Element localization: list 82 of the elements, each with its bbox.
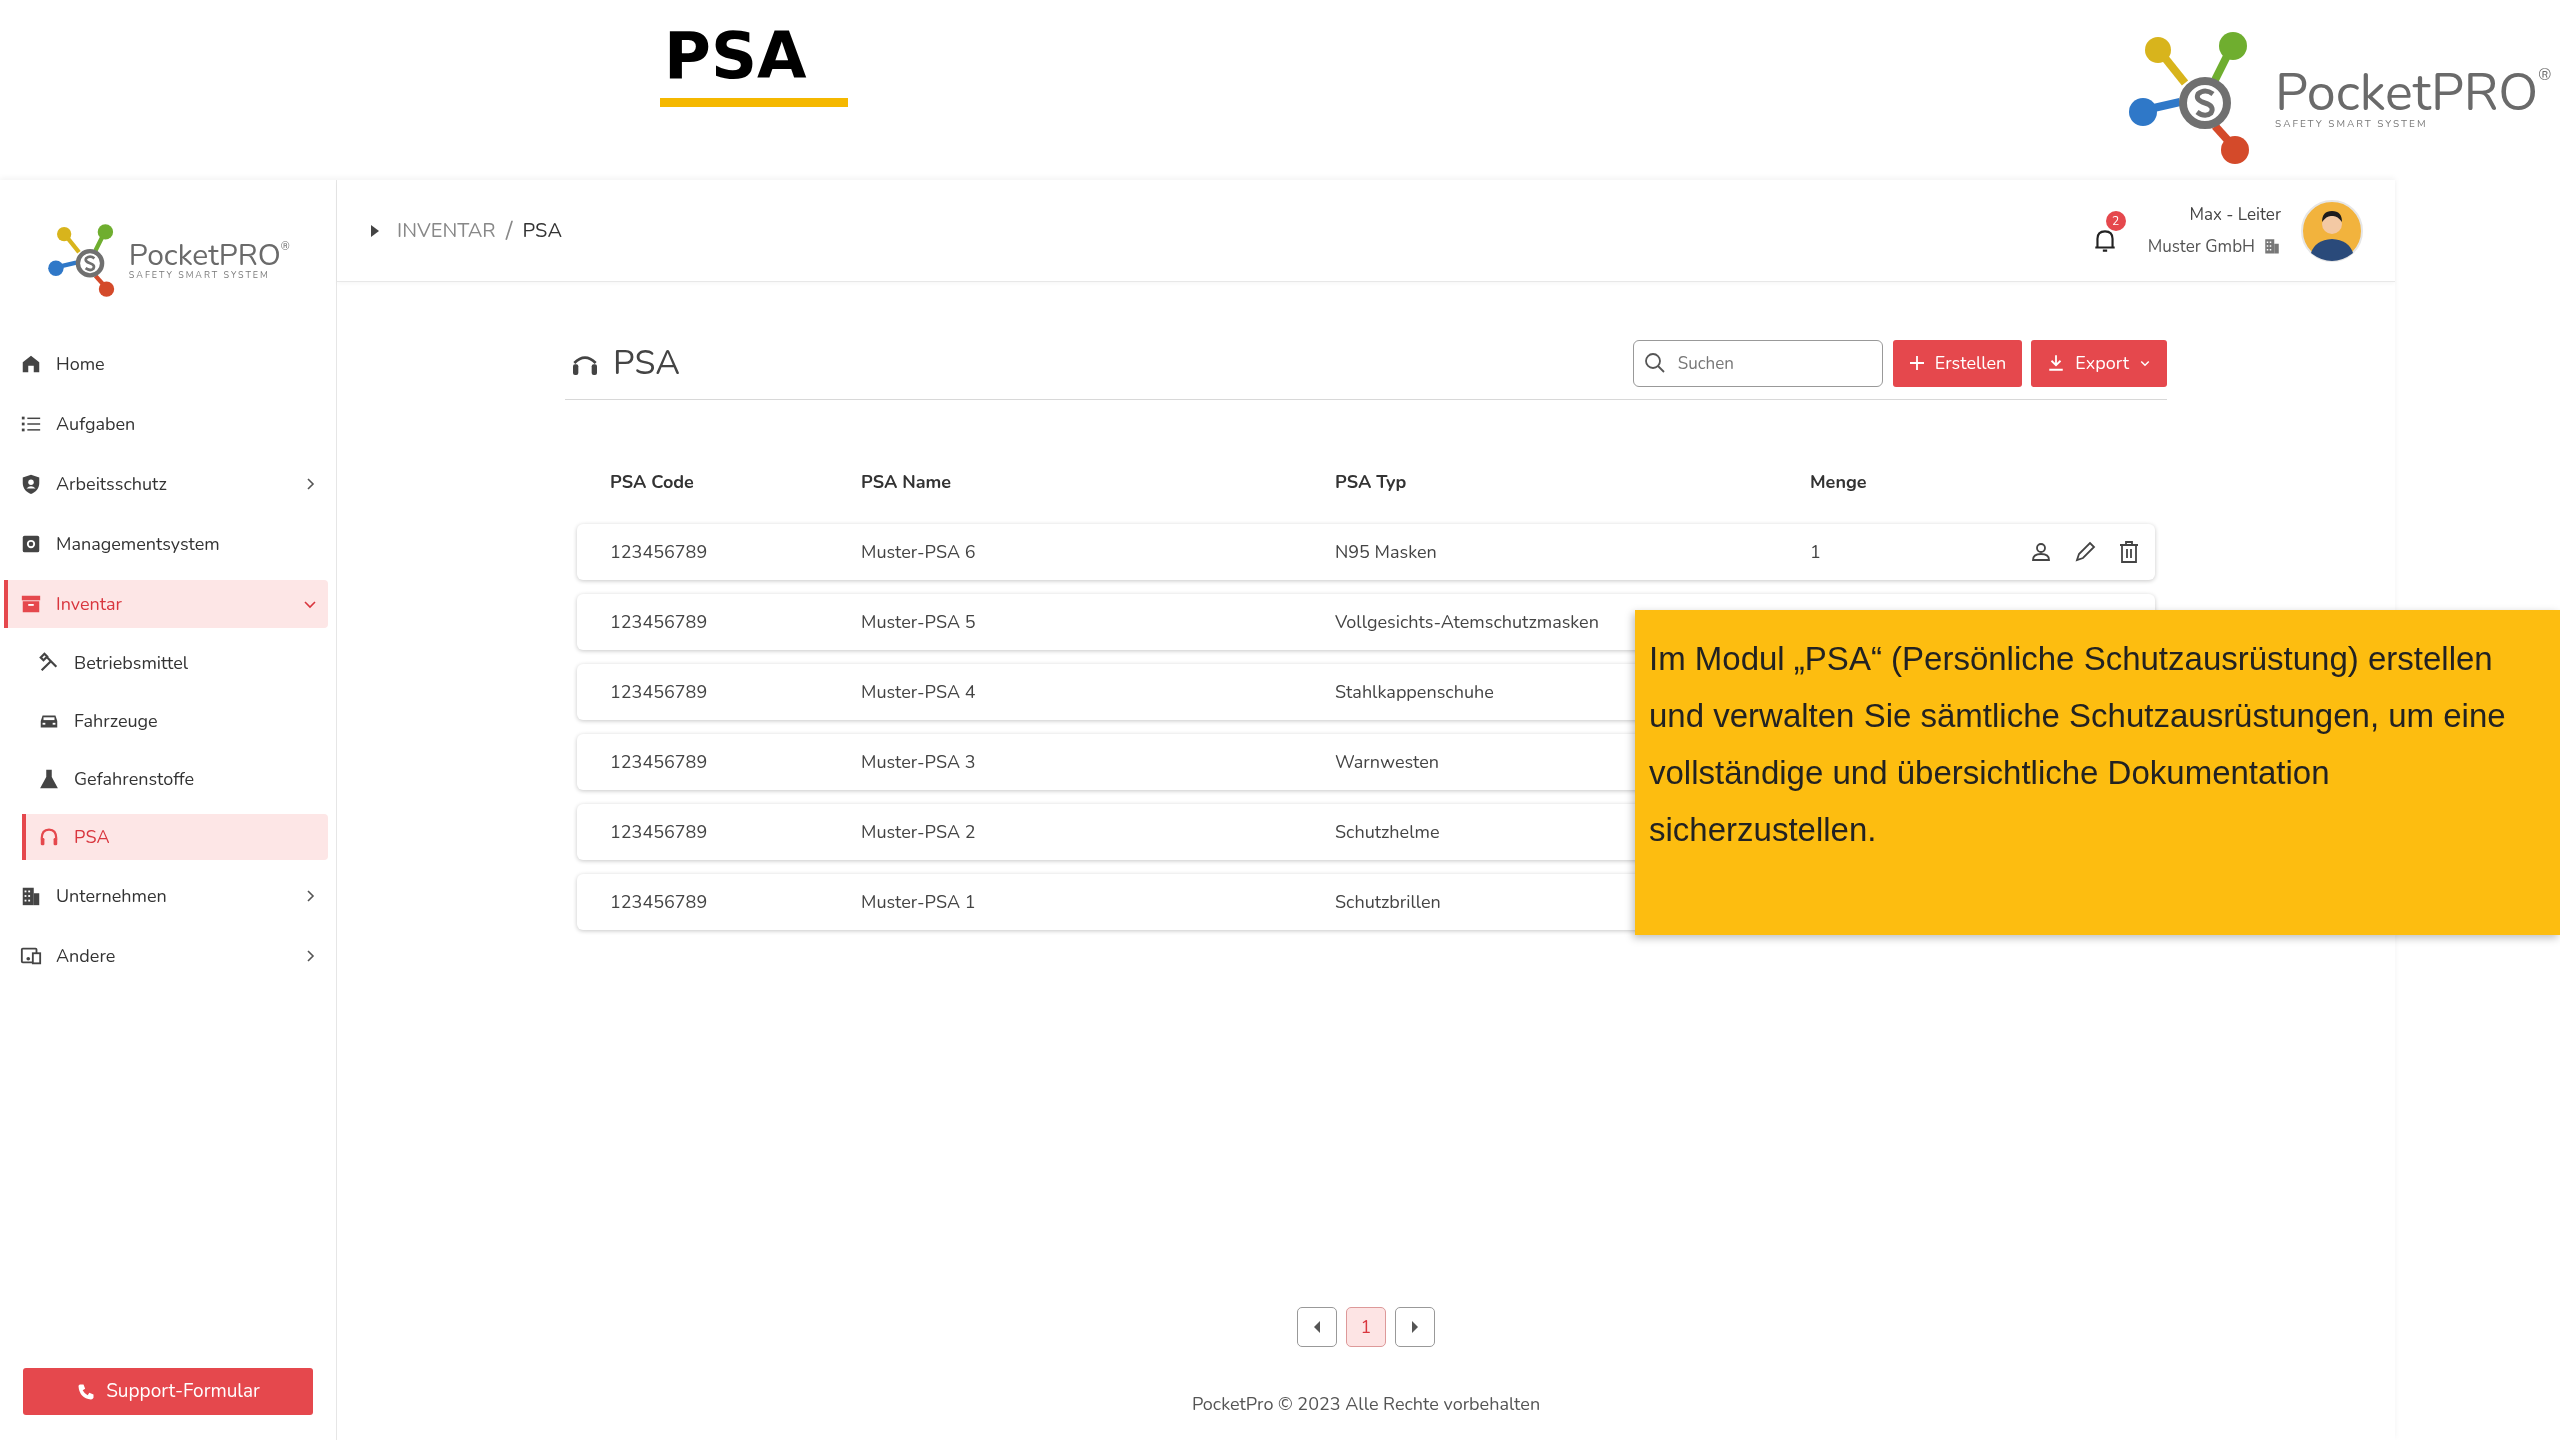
content-title: PSA — [613, 338, 681, 388]
company-name: Muster GmbH — [2147, 233, 2255, 259]
footer-text: PocketPro © 2023 Alle Rechte vorbehalten — [1191, 1391, 1541, 1418]
caret-right-icon — [1410, 1320, 1420, 1334]
previous-page-button[interactable] — [1297, 1307, 1337, 1347]
table-row[interactable]: 123456789 Muster-PSA 6 N95 Masken 1 — [577, 524, 2155, 580]
table-cell: Warnwesten — [1335, 748, 1440, 776]
table-cell: Vollgesichts-Atemschutzmasken — [1335, 608, 1599, 636]
tools-icon — [38, 652, 60, 674]
table-cell: Stahlkappenschuhe — [1335, 678, 1494, 706]
table-cell: 123456789 — [610, 748, 708, 776]
caret-right-icon — [369, 222, 381, 239]
table-cell: 123456789 — [610, 818, 708, 846]
sidebar-item[interactable]: Arbeitsschutz — [4, 460, 328, 508]
next-page-button[interactable] — [1395, 1307, 1435, 1347]
table-cell: N95 Masken — [1335, 538, 1437, 566]
pencil-icon — [2073, 540, 2097, 564]
sidebar-item[interactable]: Andere — [4, 932, 328, 980]
info-tooltip: Im Modul „PSA“ (Persönliche Schutzausrüstung) erstellen und verwalten Sie sämtliche Schutzausrüstungen, um eine vollständige und übersichtliche Dokumentation sicherzustellen. — [1635, 610, 2560, 935]
column-header: Menge — [1810, 468, 1868, 496]
sidebar-subitem[interactable]: PSA — [22, 814, 328, 860]
delete-button[interactable] — [2117, 540, 2141, 564]
breadcrumb-link[interactable]: INVENTAR — [397, 215, 496, 246]
support-button[interactable]: Support-Formular — [23, 1368, 313, 1415]
page-button[interactable]: 1 — [1346, 1307, 1386, 1347]
sidebar-item[interactable]: Aufgaben — [4, 400, 328, 448]
logo-wordmark: PocketPRO — [128, 240, 281, 271]
registered-mark: ® — [280, 240, 290, 252]
sidebar-item[interactable]: Unternehmen — [4, 872, 328, 920]
table-cell: Muster-PSA 5 — [861, 608, 976, 636]
assign-button[interactable] — [2029, 540, 2053, 564]
column-header: PSA Code — [610, 468, 695, 496]
export-button[interactable]: Export — [2031, 339, 2167, 387]
table-cell: Muster-PSA 1 — [861, 888, 976, 916]
sidebar-subitem[interactable]: Fahrzeuge — [22, 698, 328, 744]
sidebar-item[interactable]: Home — [4, 340, 328, 388]
logo-wordmark: PocketPRO — [2275, 67, 2539, 119]
notification-count: 2 — [2105, 210, 2126, 231]
page-title: PSA — [663, 18, 808, 95]
download-icon — [2047, 354, 2066, 372]
sidebar-item[interactable]: Managementsystem — [4, 520, 328, 568]
flask-icon — [38, 768, 60, 790]
person-icon — [2029, 540, 2053, 564]
table-cell: 123456789 — [610, 538, 708, 566]
breadcrumb-link[interactable]: PSA — [522, 215, 562, 246]
devices-icon — [20, 945, 42, 967]
search-icon — [1642, 350, 1667, 375]
table-cell: 123456789 — [610, 608, 708, 636]
edit-button[interactable] — [2073, 540, 2097, 564]
table-cell: Muster-PSA 2 — [861, 818, 976, 846]
shield-icon — [20, 473, 42, 495]
table-cell: 123456789 — [610, 678, 708, 706]
table-cell: Schutzhelme — [1335, 818, 1440, 846]
breadcrumb-separator: / — [505, 213, 513, 249]
plus-icon — [1908, 355, 1925, 371]
headphones-icon — [38, 826, 60, 848]
gear-icon — [20, 533, 42, 555]
table-cell: Muster-PSA 3 — [861, 748, 976, 776]
logo-tagline: SAFETY SMART SYSTEM — [2275, 119, 2429, 129]
sidebar-subitem[interactable]: Gefahrenstoffe — [22, 756, 328, 802]
column-header: PSA Name — [861, 468, 953, 496]
table-cell: Schutzbrillen — [1335, 888, 1441, 916]
registered-mark: ® — [2538, 67, 2552, 83]
notification-button[interactable]: 2 — [2091, 210, 2128, 255]
building-icon — [20, 885, 42, 907]
home-icon — [20, 353, 42, 375]
trash-icon — [2117, 540, 2141, 564]
column-header: PSA Typ — [1335, 468, 1408, 496]
table-cell: Muster-PSA 6 — [861, 538, 976, 566]
archive-box-icon — [20, 593, 42, 615]
logo-tagline: SAFETY SMART SYSTEM — [128, 270, 271, 280]
caret-left-icon — [1312, 1320, 1322, 1334]
avatar[interactable] — [2301, 199, 2363, 262]
user-name: Max - Leiter — [2189, 202, 2281, 228]
table-cell: 123456789 — [610, 888, 708, 916]
sidebar-item[interactable]: Inventar — [4, 580, 328, 628]
table-cell: Muster-PSA 4 — [861, 678, 976, 706]
sidebar-subitem[interactable]: Betriebsmittel — [22, 640, 328, 686]
search-field[interactable]: Suchen — [1632, 339, 1883, 387]
create-button[interactable]: Erstellen — [1892, 339, 2023, 387]
building-icon — [2263, 237, 2281, 256]
table-cell: 1 — [1810, 538, 1821, 566]
